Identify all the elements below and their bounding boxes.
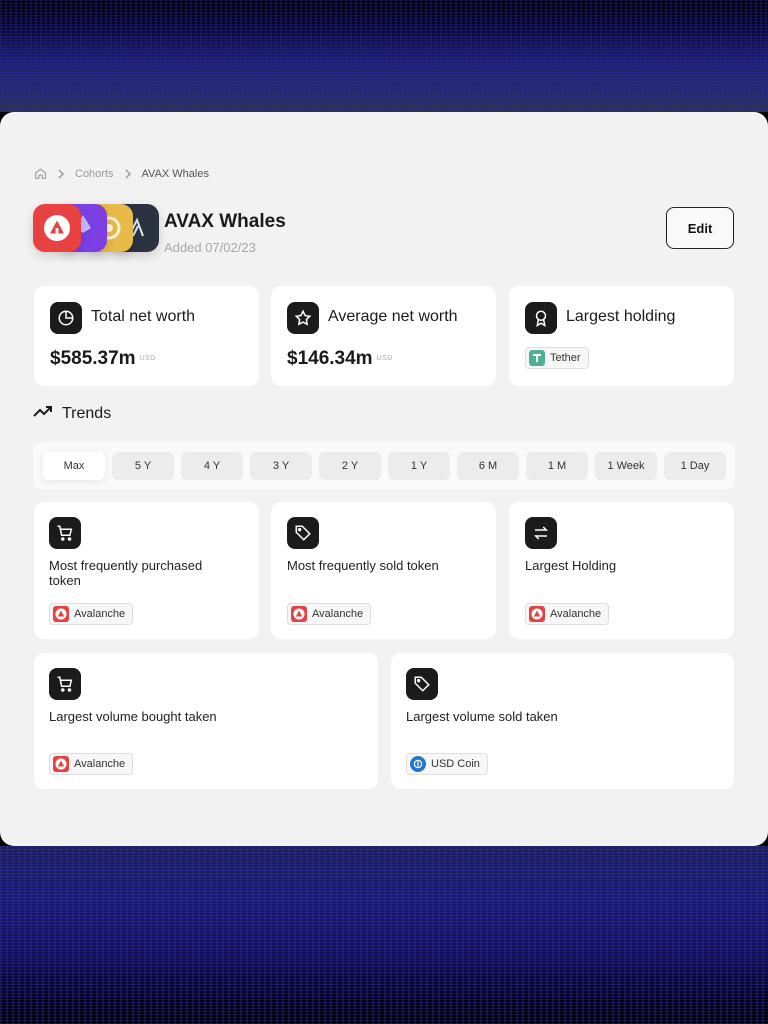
- trend-card-label: Most frequently purchased token: [49, 558, 203, 588]
- chevron-right-icon: [124, 168, 132, 179]
- cohort-token-logos: [33, 204, 159, 252]
- filter-1-day[interactable]: 1 Day: [664, 452, 726, 480]
- trend-card-most-purchased: Most frequently purchased token Avalanch…: [34, 502, 259, 639]
- breadcrumb-cohorts[interactable]: Cohorts: [75, 168, 114, 180]
- token-name: Avalanche: [550, 608, 602, 620]
- filter-1-week[interactable]: 1 Week: [595, 452, 657, 480]
- tether-icon: [529, 350, 545, 366]
- breadcrumb-current: AVAX Whales: [141, 167, 209, 180]
- filter-1m[interactable]: 1 M: [526, 452, 588, 480]
- stat-card-total-net-worth: Total net worth $585.37m USD: [34, 286, 259, 386]
- filter-4y[interactable]: 4 Y: [181, 452, 243, 480]
- star-icon: [287, 302, 319, 334]
- token-chip-avalanche[interactable]: Avalanche: [525, 603, 610, 625]
- filter-3y[interactable]: 3 Y: [250, 452, 312, 480]
- filter-1y[interactable]: 1 Y: [388, 452, 450, 480]
- filter-5y[interactable]: 5 Y: [112, 452, 174, 480]
- trend-card-label: Most frequently sold token: [287, 558, 439, 573]
- trend-card-largest-volume-sold: Largest volume sold taken USD Coin: [391, 653, 734, 789]
- stat-label: Total net worth: [91, 308, 196, 325]
- chevron-right-icon: [57, 168, 65, 179]
- trends-header: Trends: [33, 404, 111, 423]
- avalanche-logo: [33, 204, 81, 252]
- stat-card-largest-holding: Largest holding Tether: [509, 286, 734, 386]
- trend-card-label: Largest volume bought taken: [49, 709, 217, 724]
- stat-label: Average net worth: [328, 308, 458, 325]
- trend-card-most-sold: Most frequently sold token Avalanche: [271, 502, 496, 639]
- trend-card-largest-volume-bought: Largest volume bought taken Avalanche: [34, 653, 378, 789]
- token-chip-avalanche[interactable]: Avalanche: [49, 753, 134, 775]
- avalanche-icon: [529, 606, 545, 622]
- avalanche-icon: [53, 756, 69, 772]
- filter-max[interactable]: Max: [43, 452, 105, 480]
- trend-card-label: Largest Holding: [525, 558, 617, 573]
- token-chip-usd-coin[interactable]: USD Coin: [406, 753, 488, 775]
- cohort-panel: Cohorts AVAX Whales AVAX Whales Added 07…: [0, 112, 768, 846]
- token-name: USD Coin: [431, 758, 480, 770]
- token-name: Avalanche: [312, 608, 364, 620]
- tag-icon: [287, 517, 319, 549]
- background-band-top: [0, 0, 768, 112]
- filter-2y[interactable]: 2 Y: [319, 452, 381, 480]
- page-title: AVAX Whales: [164, 211, 286, 232]
- swap-icon: [525, 517, 557, 549]
- time-range-filter: Max 5 Y 4 Y 3 Y 2 Y 1 Y 6 M 1 M 1 Week 1…: [33, 442, 735, 490]
- stat-value: $146.34m USD: [287, 348, 393, 369]
- filter-6m[interactable]: 6 M: [457, 452, 519, 480]
- token-chip-avalanche[interactable]: Avalanche: [287, 603, 372, 625]
- avalanche-icon: [291, 606, 307, 622]
- token-name: Avalanche: [74, 758, 126, 770]
- home-icon[interactable]: [34, 167, 47, 180]
- stat-label: Largest holding: [566, 308, 676, 325]
- usd-coin-icon: [410, 756, 426, 772]
- cart-icon: [49, 668, 81, 700]
- trend-card-largest-holding: Largest Holding Avalanche: [509, 502, 734, 639]
- stat-value: $585.37m USD: [50, 348, 156, 369]
- award-icon: [525, 302, 557, 334]
- trends-title: Trends: [62, 404, 112, 422]
- edit-button[interactable]: Edit: [666, 207, 734, 249]
- token-chip-avalanche[interactable]: Avalanche: [49, 603, 134, 625]
- trend-card-label: Largest volume sold taken: [406, 709, 558, 724]
- cart-icon: [49, 517, 81, 549]
- tag-icon: [406, 668, 438, 700]
- stat-card-average-net-worth: Average net worth $146.34m USD: [271, 286, 496, 386]
- added-date: Added 07/02/23: [164, 240, 256, 255]
- token-name: Avalanche: [74, 608, 126, 620]
- token-name: Tether: [550, 352, 581, 364]
- pie-chart-icon: [50, 302, 82, 334]
- trending-up-icon: [33, 404, 53, 423]
- breadcrumb: Cohorts AVAX Whales: [34, 167, 209, 180]
- token-chip-tether[interactable]: Tether: [525, 347, 589, 369]
- background-band-bottom: [0, 846, 768, 1024]
- avalanche-icon: [53, 606, 69, 622]
